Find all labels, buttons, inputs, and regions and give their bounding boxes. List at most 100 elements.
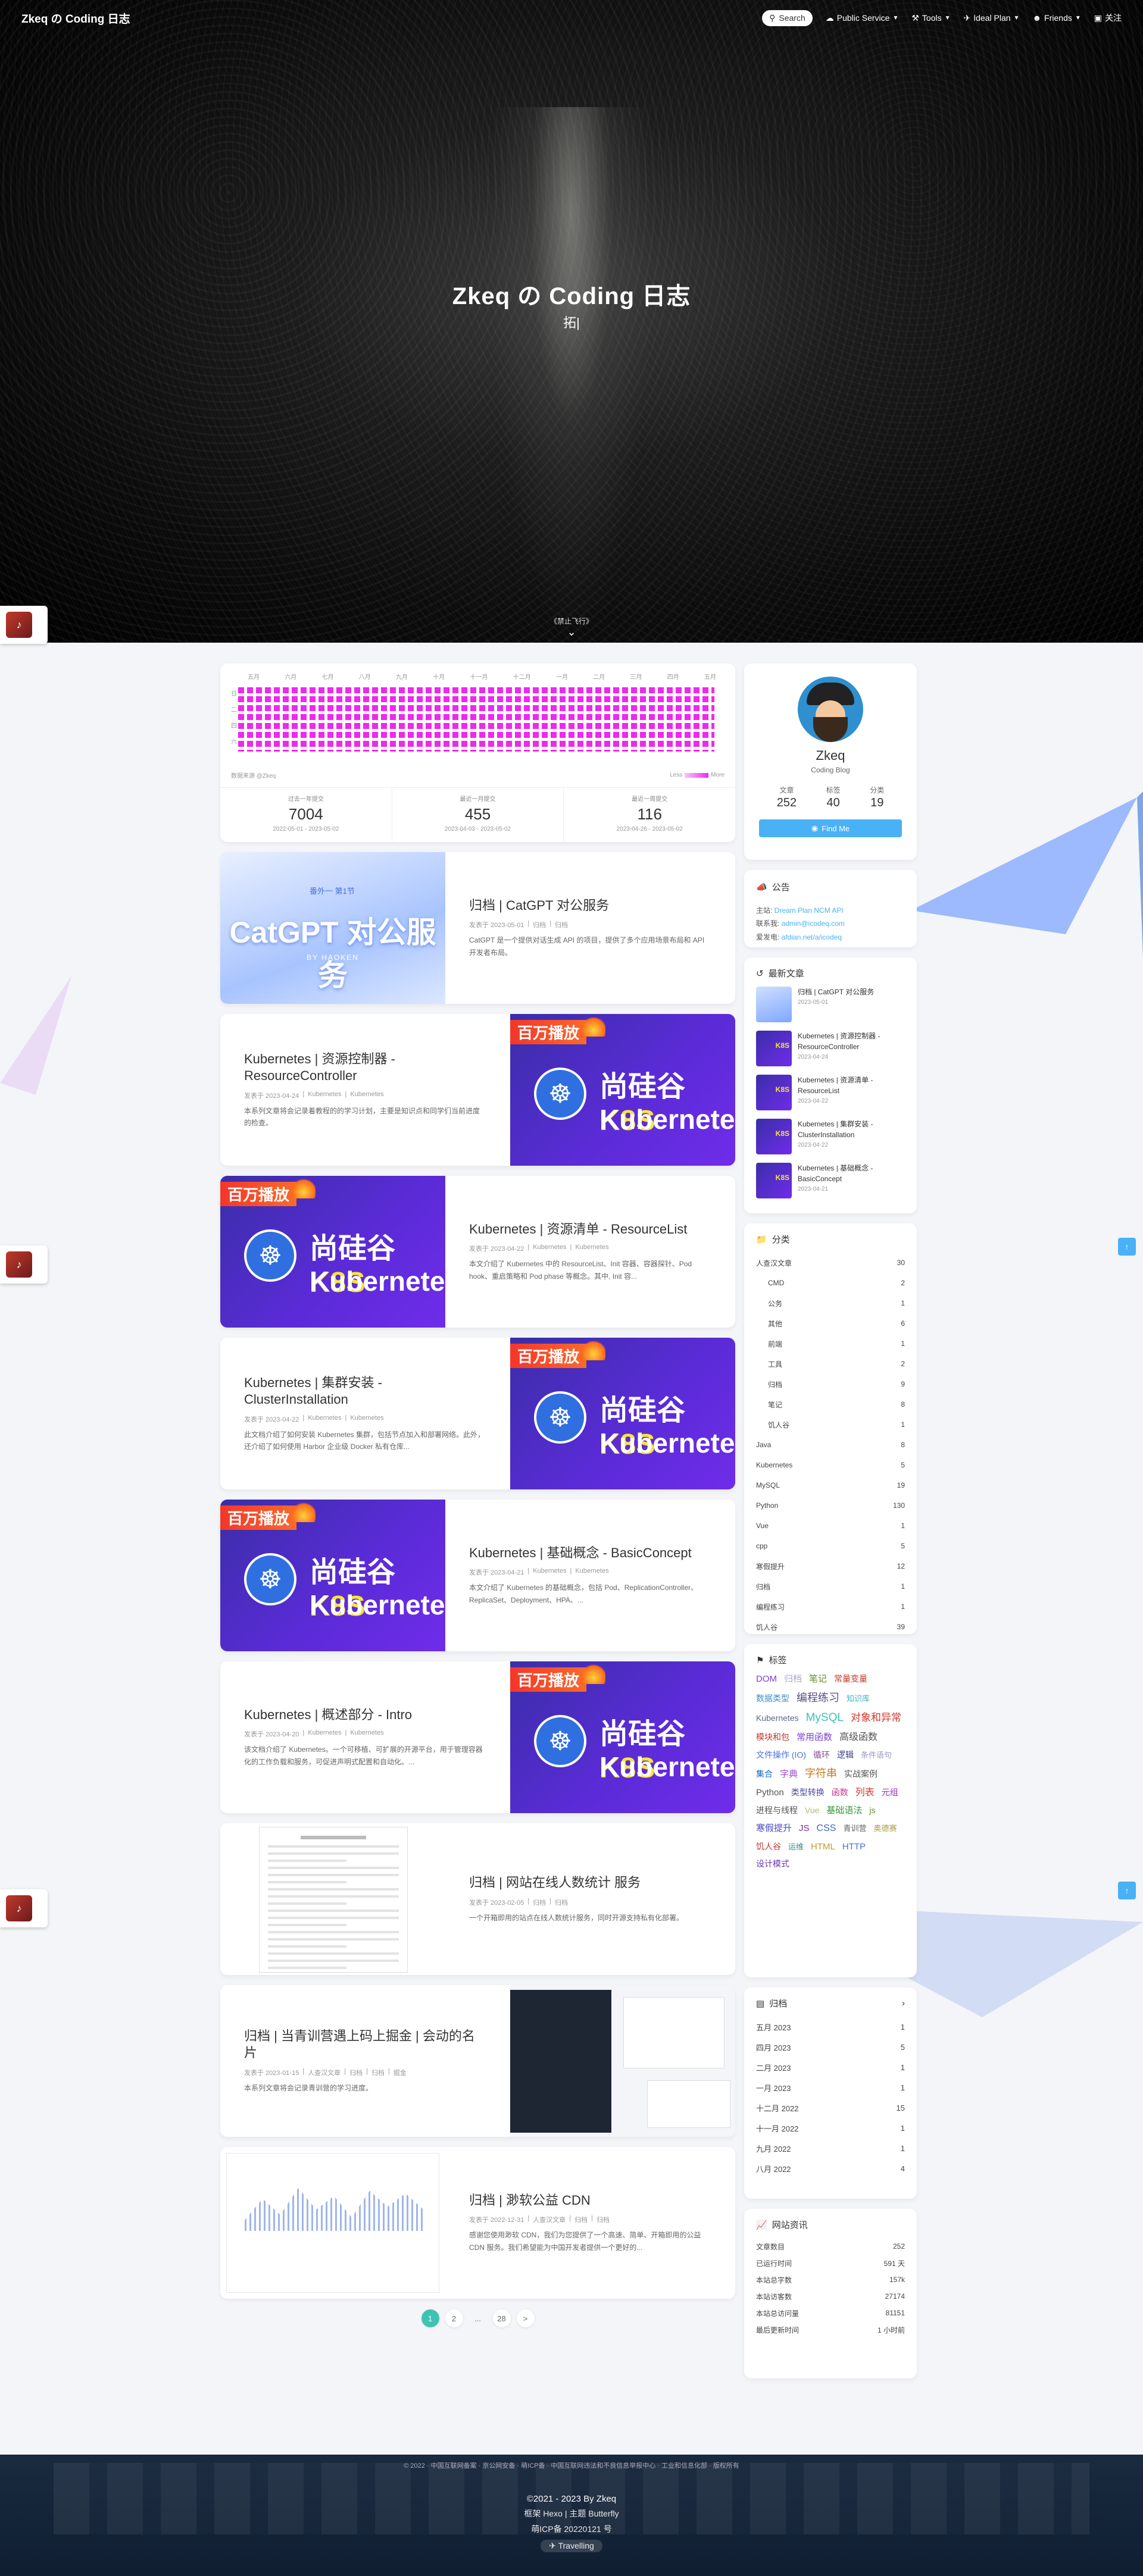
category-item[interactable]: 公务 1 xyxy=(756,1293,905,1313)
footer-framework[interactable]: 框架 Hexo | 主题 Butterfly xyxy=(0,2508,1143,2519)
tag-link[interactable]: 字典 xyxy=(780,1769,798,1780)
post-title[interactable]: 归档 | 当青训营遇上码上掘金 | 会动的名片 xyxy=(244,2028,486,2062)
category-item[interactable]: Python 130 xyxy=(756,1495,905,1516)
tag-link[interactable]: 奥德赛 xyxy=(873,1824,897,1834)
post-title[interactable]: 归档 | 网站在线人数统计 服务 xyxy=(469,1874,711,1892)
post-card[interactable]: Kubernetes | 概述部分 - Intro 发表于 2023-04-20 |… xyxy=(220,1661,735,1813)
post-meta-item[interactable]: 归档 xyxy=(349,2068,363,2077)
post-cover-image[interactable] xyxy=(220,1823,445,1975)
nav-ideal-plan[interactable]: ✈ Ideal Plan ▼ xyxy=(964,13,1020,23)
stat-tags[interactable]: 标签 40 xyxy=(826,785,841,810)
category-item[interactable]: CMD 2 xyxy=(756,1273,905,1293)
archive-item[interactable]: 四月 2023 5 xyxy=(756,2037,905,2057)
category-item[interactable]: 饥人谷 39 xyxy=(756,1617,905,1637)
nav-tools[interactable]: ⚒ Tools ▼ xyxy=(911,13,950,23)
recent-post-item[interactable]: Kubernetes | 资源清单 - ResourceList 2023-04-… xyxy=(756,1075,905,1110)
page-number[interactable]: 28 xyxy=(492,2309,511,2327)
site-brand[interactable]: Zkeq の Coding 日志 xyxy=(21,10,130,26)
nav-friends[interactable]: ☻ Friends ▼ xyxy=(1032,13,1080,23)
tag-link[interactable]: 高级函数 xyxy=(839,1732,877,1744)
tag-link[interactable]: 常量变量 xyxy=(834,1673,867,1684)
tag-link[interactable]: js xyxy=(869,1805,875,1816)
tag-link[interactable]: 笔记 xyxy=(809,1673,827,1685)
category-item[interactable]: 归档 9 xyxy=(756,1374,905,1394)
stat-articles[interactable]: 文章 252 xyxy=(777,785,797,810)
tag-link[interactable]: 文件操作 (IO) xyxy=(756,1749,806,1760)
page-number[interactable]: 1 xyxy=(421,2309,439,2327)
post-title[interactable]: Kubernetes | 资源控制器 - ResourceController xyxy=(244,1051,486,1085)
travelling-button[interactable]: ✈ Travelling xyxy=(541,2540,602,2552)
category-item[interactable]: 人查汉文章 30 xyxy=(756,1253,905,1273)
category-item[interactable]: 工具 2 xyxy=(756,1354,905,1374)
post-title[interactable]: Kubernetes | 集群安装 - ClusterInstallation xyxy=(244,1375,486,1408)
category-item[interactable]: Kubernetes 5 xyxy=(756,1455,905,1475)
post-meta-item[interactable]: 归档 xyxy=(533,1898,546,1907)
post-meta-item[interactable]: 人查汉文章 xyxy=(533,2215,566,2224)
tag-link[interactable]: Vue xyxy=(805,1805,819,1816)
archive-item[interactable]: 十二月 2022 15 xyxy=(756,2098,905,2118)
tag-link[interactable]: 条件语句 xyxy=(861,1751,892,1761)
post-meta-item[interactable]: Kubernetes xyxy=(575,1244,608,1253)
tag-link[interactable]: 逻辑 xyxy=(837,1749,854,1760)
tag-link[interactable]: 常用函数 xyxy=(797,1732,832,1744)
tag-link[interactable]: 归档 xyxy=(784,1673,802,1685)
search-button[interactable]: ⚲ Search xyxy=(762,10,813,26)
footer-links[interactable]: © 2022 · 中国互联网备案 · 京公网安备 · 萌ICP备 · 中国互联网… xyxy=(0,2455,1143,2470)
tag-link[interactable]: 编程练习 xyxy=(797,1691,839,1705)
tag-link[interactable]: MySQL xyxy=(806,1711,844,1726)
post-meta-item[interactable]: Kubernetes xyxy=(350,1091,383,1100)
notice-link[interactable]: afdian.net/a/icodeq xyxy=(782,933,842,941)
post-title[interactable]: Kubernetes | 资源清单 - ResourceList xyxy=(469,1221,711,1238)
post-meta-item[interactable]: Kubernetes xyxy=(308,1091,341,1100)
category-item[interactable]: 寒假提升 12 xyxy=(756,1556,905,1576)
post-cover-image[interactable] xyxy=(510,1985,735,2137)
post-cover-image[interactable]: 百万播放 ☸ 尚硅谷 K8S Kubernetes xyxy=(220,1500,445,1651)
post-cover-image[interactable]: 百万播放 ☸ 尚硅谷 K8S Kubernetes xyxy=(510,1338,735,1489)
post-meta-item[interactable]: 归档 xyxy=(533,920,546,929)
music-player-tab[interactable]: ♪ xyxy=(0,1889,48,1927)
archive-item[interactable]: 十一月 2022 1 xyxy=(756,2118,905,2138)
post-title[interactable]: Kubernetes | 概述部分 - Intro xyxy=(244,1707,486,1724)
tag-link[interactable]: Python xyxy=(756,1787,784,1799)
nav-public-service[interactable]: ☁ Public Service ▼ xyxy=(826,13,899,23)
tag-link[interactable]: 基础语法 xyxy=(826,1805,862,1817)
category-item[interactable]: MySQL 19 xyxy=(756,1475,905,1495)
post-card[interactable]: 归档 | 网站在线人数统计 服务 发表于 2023-02-05 | 归档 | 归档 一个开箱… xyxy=(220,1823,735,1975)
tag-link[interactable]: HTML xyxy=(811,1841,835,1853)
next-page-button[interactable]: > xyxy=(516,2309,535,2327)
tag-link[interactable]: 知识库 xyxy=(847,1694,870,1704)
post-meta-item[interactable]: 人查汉文章 xyxy=(308,2068,341,2077)
post-meta-item[interactable]: Kubernetes xyxy=(308,1414,341,1424)
archive-item[interactable]: 九月 2022 1 xyxy=(756,2138,905,2158)
post-meta-item[interactable]: 归档 xyxy=(574,2215,588,2224)
tag-link[interactable]: Kubernetes xyxy=(756,1713,799,1723)
tag-link[interactable]: 循环 xyxy=(813,1749,830,1760)
post-title[interactable]: Kubernetes | 基础概念 - BasicConcept xyxy=(469,1545,711,1562)
stat-categories[interactable]: 分类 19 xyxy=(870,785,884,810)
tag-link[interactable]: 寒假提升 xyxy=(756,1823,792,1835)
post-meta-item[interactable]: Kubernetes xyxy=(533,1567,566,1577)
tag-link[interactable]: JS xyxy=(799,1823,810,1835)
music-player-tab[interactable]: ♪ xyxy=(0,606,48,644)
post-meta-item[interactable]: 归档 xyxy=(555,1898,568,1907)
find-me-button[interactable]: ◉ Find Me xyxy=(759,819,902,837)
category-item[interactable]: 其他 6 xyxy=(756,1313,905,1334)
tag-link[interactable]: DOM xyxy=(756,1673,777,1685)
post-cover-image[interactable]: 百万播放 ☸ 尚硅谷 K8S Kubernetes xyxy=(510,1014,735,1166)
tag-link[interactable]: 设计模式 xyxy=(756,1858,789,1869)
tag-link[interactable]: 实战案例 xyxy=(844,1769,877,1779)
post-card[interactable]: Kubernetes | 集群安装 - ClusterInstallation 发… xyxy=(220,1338,735,1489)
back-to-top-button[interactable]: ↑ xyxy=(1118,1882,1136,1899)
post-cover-image[interactable]: 百万播放 ☸ 尚硅谷 K8S Kubernetes xyxy=(510,1661,735,1813)
page-number[interactable]: 2 xyxy=(445,2309,463,2327)
category-item[interactable]: 前端 1 xyxy=(756,1334,905,1354)
archive-item[interactable]: 五月 2023 1 xyxy=(756,2017,905,2037)
tag-link[interactable]: 列表 xyxy=(855,1787,875,1799)
recent-post-item[interactable]: Kubernetes | 资源控制器 - ResourceController 2… xyxy=(756,1031,905,1066)
tag-link[interactable]: HTTP xyxy=(842,1841,866,1853)
post-card[interactable]: 番外一 第1节 CatGPT 对公服务 BY HAOKEN 归档 | CatGPT 对… xyxy=(220,852,735,1004)
notice-link[interactable]: admin@icodeq.com xyxy=(782,919,845,928)
post-meta-item[interactable]: Kubernetes xyxy=(575,1567,608,1577)
archive-item[interactable]: 八月 2022 4 xyxy=(756,2158,905,2179)
post-card[interactable]: 百万播放 ☸ 尚硅谷 K8S Kubernetes Kubernetes | 资源清单 … xyxy=(220,1176,735,1328)
